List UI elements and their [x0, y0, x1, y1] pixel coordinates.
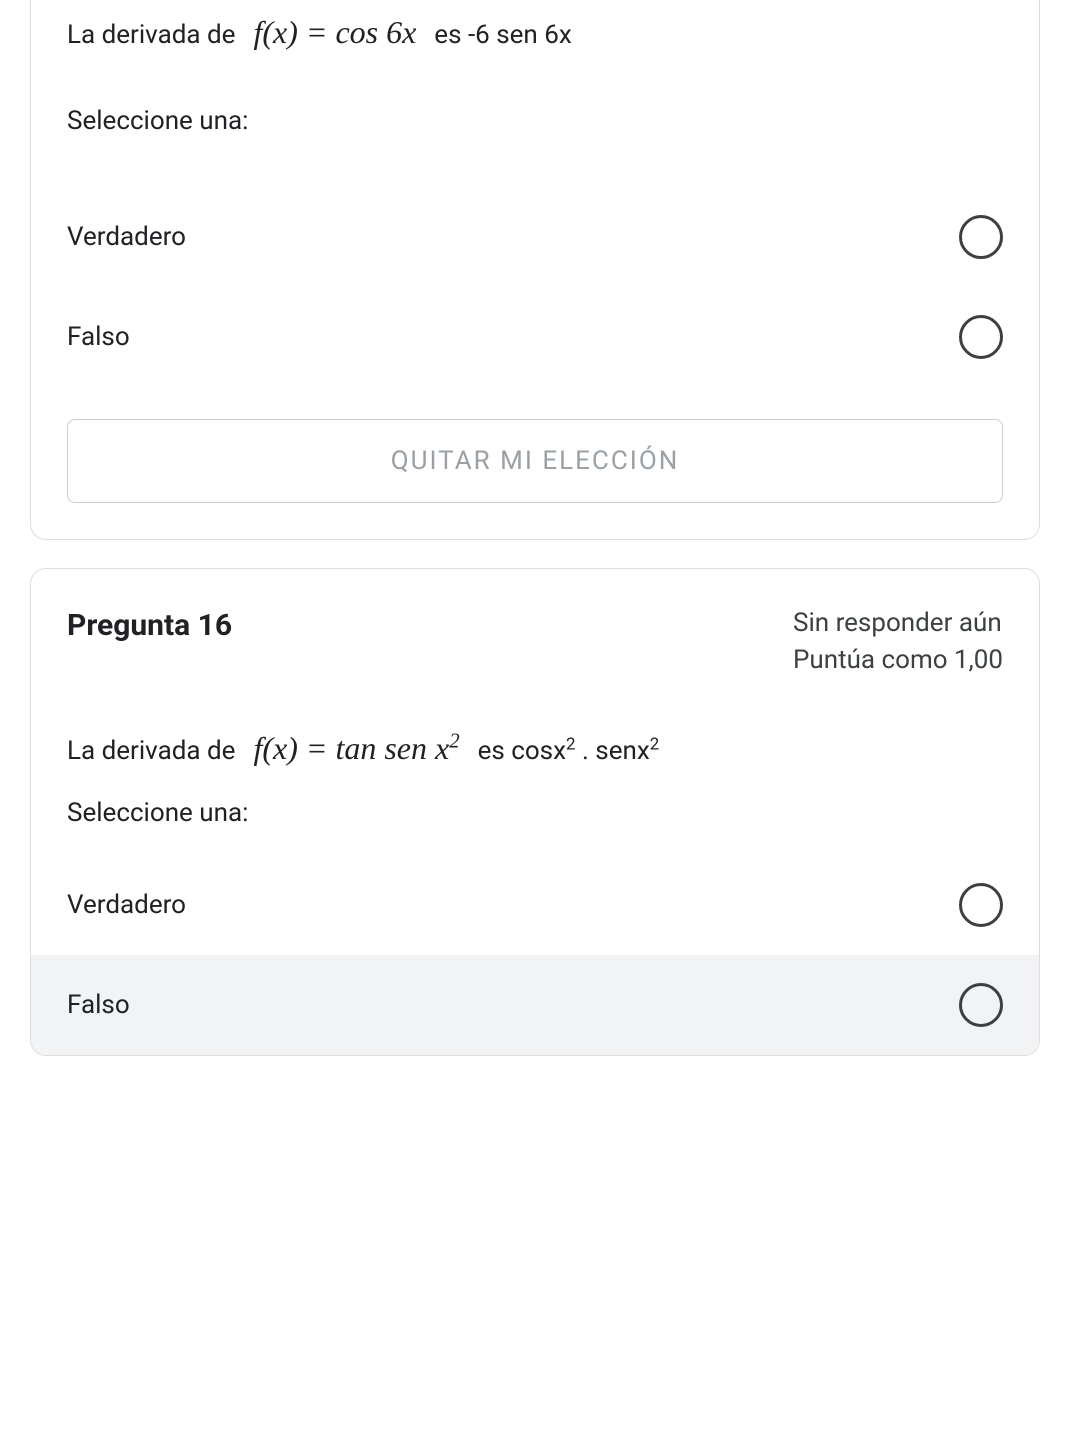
radio-icon[interactable]	[959, 215, 1003, 259]
question-trail: es -6 sen 6x	[434, 17, 571, 53]
option-true-label: Verdadero	[67, 219, 186, 255]
question-meta: Sin responder aún Puntúa como 1,00	[793, 605, 1003, 678]
question-lead: La derivada de	[67, 17, 235, 53]
radio-icon[interactable]	[959, 315, 1003, 359]
question-card-16: Pregunta 16 Sin responder aún Puntúa com…	[30, 568, 1040, 1056]
option-false[interactable]: Falso	[31, 955, 1039, 1055]
option-false-label: Falso	[67, 319, 130, 355]
clear-choice-button[interactable]: QUITAR MI ELECCIÓN	[67, 419, 1003, 503]
radio-icon[interactable]	[959, 983, 1003, 1027]
option-false[interactable]: Falso	[67, 287, 1003, 387]
option-true-label: Verdadero	[67, 887, 186, 923]
question-trail: es cosx2 . senx2	[478, 733, 660, 769]
question-formula: f(x) = cos 6x	[253, 10, 416, 55]
question-card-15: La derivada de f(x) = cos 6x es -6 sen 6…	[30, 0, 1040, 540]
option-true[interactable]: Verdadero	[67, 855, 1003, 955]
question-header: Pregunta 16 Sin responder aún Puntúa com…	[67, 605, 1003, 678]
question-score: Puntúa como 1,00	[793, 642, 1003, 678]
option-true[interactable]: Verdadero	[67, 187, 1003, 287]
question-lead: La derivada de	[67, 733, 235, 769]
radio-icon[interactable]	[959, 883, 1003, 927]
question-title: Pregunta 16	[67, 605, 232, 647]
question-formula: f(x) = tan sen x2	[253, 726, 459, 771]
question-status: Sin responder aún	[793, 605, 1003, 641]
select-prompt: Seleccione una:	[67, 795, 1003, 831]
question-text: La derivada de f(x) = tan sen x2 es cosx…	[67, 726, 1003, 771]
question-text: La derivada de f(x) = cos 6x es -6 sen 6…	[67, 10, 1003, 55]
select-prompt: Seleccione una:	[67, 103, 1003, 139]
option-false-label: Falso	[67, 987, 130, 1023]
